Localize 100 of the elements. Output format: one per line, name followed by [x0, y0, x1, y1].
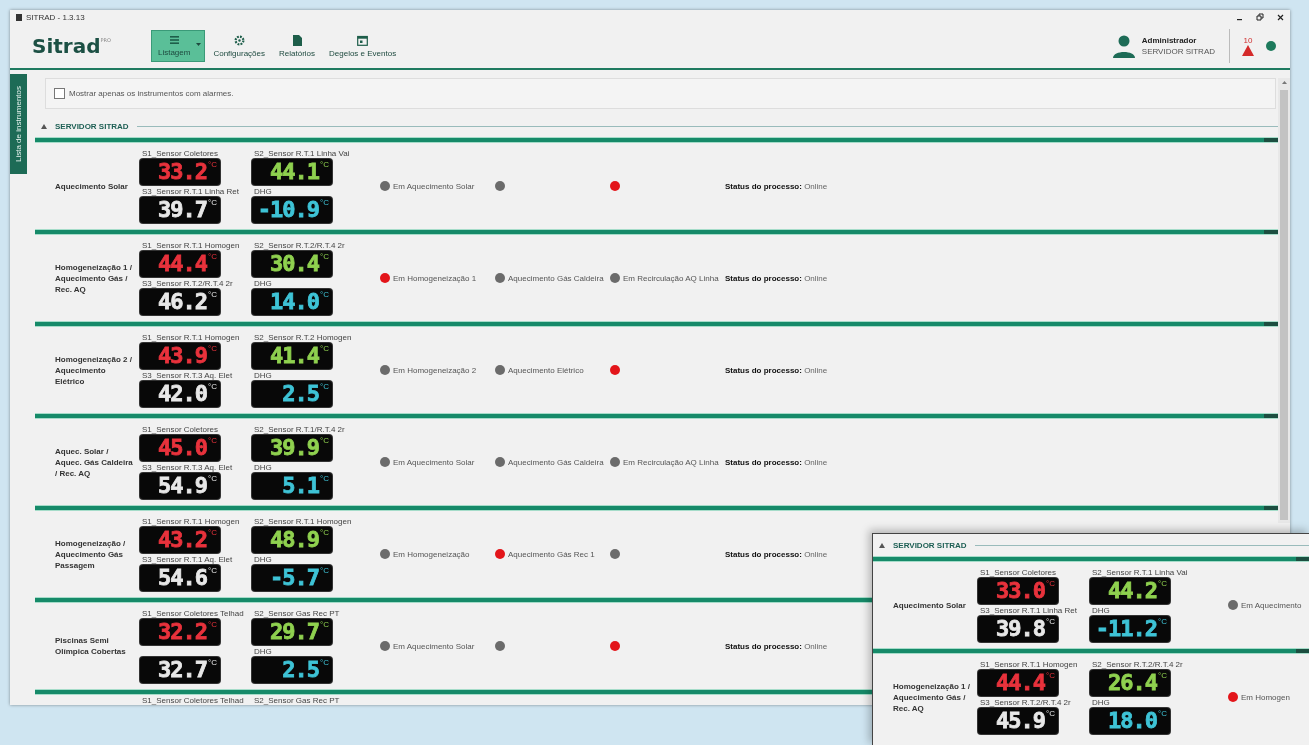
temperature-value: 5.1	[282, 473, 319, 500]
unit-label: °C	[320, 289, 329, 302]
sensor-label: DHG	[253, 647, 273, 658]
indicator-label: Aquecimento Gás Rec 1	[508, 549, 595, 559]
checkbox[interactable]	[54, 88, 65, 100]
calendar-icon	[357, 34, 369, 46]
unit-label: °C	[1046, 616, 1055, 628]
unit-label: °C	[320, 565, 329, 578]
sensor-label: DHG	[253, 187, 273, 198]
temperature-value: 54.6	[158, 565, 207, 592]
unit-label: °C	[1158, 708, 1167, 720]
unit-label: °C	[320, 343, 329, 356]
user-icon	[1111, 34, 1136, 58]
sensor-label: S1_Sensor R.T.1 Homogen	[141, 517, 241, 528]
temperature-value: 33.0	[996, 578, 1045, 604]
scrollbar[interactable]	[1278, 78, 1290, 523]
sensor-label: S2_Sensor R.T.1 Homogen	[253, 517, 353, 528]
sensor-label: S3_Sensor R.T.2/R.T.4 2r	[141, 279, 234, 290]
app-icon	[16, 13, 22, 21]
status-value: Online	[804, 549, 828, 559]
instrument-name: Homogeneização / Aquecimento Gás Passagem	[55, 537, 127, 571]
sensor-label: S3_Sensor R.T.2/R.T.4 2r	[979, 698, 1072, 708]
unit-label: °C	[1046, 578, 1055, 590]
sensor-label: S2_Sensor R.T.2/R.T.4 2r	[253, 241, 346, 252]
instrument-name: Aquecimento Solar	[893, 599, 967, 611]
temperature-value: 45.0	[158, 435, 207, 462]
side-tab[interactable]: Lista de instrumentos	[10, 74, 27, 174]
indicator-label: Em Homogeneização 1	[393, 273, 477, 283]
unit-label: °C	[208, 565, 217, 578]
temperature-value: 32.2	[158, 619, 207, 646]
scroll-up-icon[interactable]	[1281, 81, 1287, 84]
unit-label: °C	[320, 381, 329, 394]
sensor-label: S1_Sensor Coletores	[141, 425, 220, 436]
indicator-label: Aquecimento Gás Caldeira	[508, 457, 604, 467]
restore-icon[interactable]	[1256, 13, 1264, 21]
status-value: Online	[804, 641, 828, 651]
document-icon	[292, 34, 302, 46]
temperature-value: 46.2	[158, 289, 207, 316]
instrument-name: Homogeneização 1 / Aquecimento Gás / Rec. AQ	[55, 261, 133, 295]
temperature-value: 48.9	[270, 527, 319, 554]
unit-label: °C	[320, 435, 329, 448]
temperature-value: 39.7	[158, 197, 207, 224]
temperature-value: 43.9	[158, 343, 207, 370]
temperature-value: 44.2	[1108, 578, 1157, 604]
sensor-label: S2_Sensor R.T.2 Homogen	[253, 333, 353, 344]
unit-label: °C	[320, 197, 329, 210]
scrollbar-thumb[interactable]	[1280, 90, 1288, 520]
unit-label: °C	[320, 159, 329, 172]
unit-label: °C	[208, 343, 217, 356]
server-name: SERVIDOR SITRAD	[1141, 47, 1215, 56]
close-icon[interactable]	[1277, 13, 1284, 21]
indicator-label: Em Homogen	[1241, 692, 1290, 702]
nav-tab[interactable]: Degelos e Eventos	[323, 30, 403, 62]
sensor-label: S3_Sensor R.T.1 Linha Ret	[979, 606, 1078, 616]
status-label: Status do processo:	[725, 365, 802, 375]
sensor-label: S1_Sensor R.T.1 Homogen	[141, 241, 241, 252]
window-title: SITRAD - 1.3.13	[26, 12, 85, 22]
unit-label: °C	[208, 197, 217, 210]
indicator-label: Em Aquecimento Solar	[393, 641, 475, 651]
alarm-icon[interactable]	[1242, 45, 1254, 56]
nav-tab[interactable]: Configurações	[207, 30, 271, 62]
unit-label: °C	[208, 435, 217, 448]
instrument-name: Aquecimento Solar	[55, 180, 129, 192]
sensor-label: S1_Sensor Coletores	[979, 568, 1058, 578]
sensor-label: S1_Sensor Coletores Telhad	[141, 609, 245, 620]
nav-tab[interactable]: Listagem	[150, 30, 206, 62]
sensor-label: S2_Sensor R.T.1/R.T.4 2r	[253, 425, 346, 436]
status-label: Status do processo:	[725, 457, 802, 467]
temperature-value: 2.5	[282, 657, 319, 684]
sensor-label: DHG	[253, 555, 273, 566]
unit-label: °C	[320, 527, 329, 540]
temperature-value: 44.4	[158, 251, 207, 278]
temperature-value: 2.5	[282, 381, 319, 408]
indicator-label: Em Recirculação AQ Linha	[623, 273, 719, 283]
sensor-label: S1_Sensor Coletores	[141, 149, 220, 160]
unit-label: °C	[208, 619, 217, 632]
status-value: Online	[804, 181, 828, 191]
status-icon[interactable]	[1266, 41, 1276, 51]
sensor-label: S1_Sensor R.T.1 Homogen	[979, 660, 1079, 670]
caret-icon[interactable]	[196, 43, 202, 46]
unit-label: °C	[208, 657, 217, 670]
unit-label: °C	[1046, 670, 1055, 682]
temperature-value: 44.4	[996, 670, 1045, 696]
temperature-value: -5.7	[270, 565, 319, 592]
unit-label: °C	[208, 381, 217, 394]
sensor-label: S2_Sensor Gas Rec PT	[253, 695, 341, 705]
unit-label: °C	[208, 251, 217, 264]
section-title: SERVIDOR SITRAD	[55, 121, 129, 131]
temperature-value: 42.0	[158, 381, 207, 408]
unit-label: °C	[320, 657, 329, 670]
temperature-value: 39.8	[996, 616, 1045, 642]
status-label: Status do processo:	[725, 273, 802, 283]
temperature-value: 41.4	[270, 343, 319, 370]
indicator-label: Em Aquecimento	[1241, 600, 1302, 610]
temperature-value: 54.9	[158, 473, 207, 500]
instrument-name: Homogeneização 2 / Aquecimento Elétrico	[55, 353, 133, 387]
indicator-label: Em Aquecimento Solar	[393, 181, 475, 191]
temperature-value: 30.4	[270, 251, 319, 278]
nav-tab[interactable]: Relatórios	[273, 30, 321, 62]
sensor-label: DHG	[253, 279, 273, 290]
